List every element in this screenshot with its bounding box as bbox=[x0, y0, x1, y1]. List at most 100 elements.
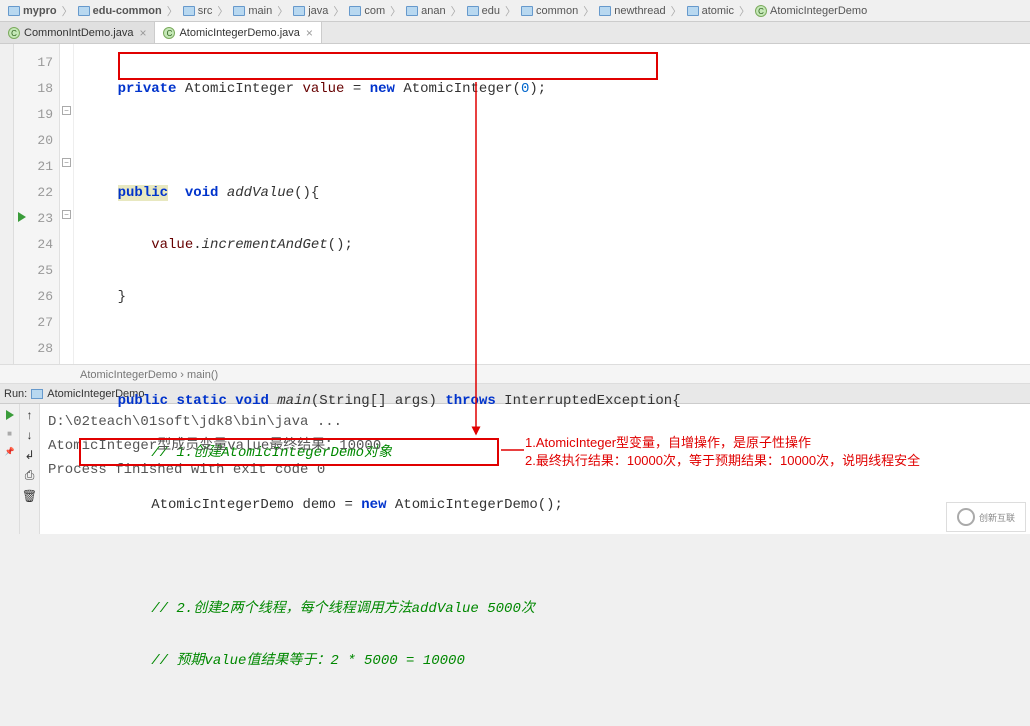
crumb-label: mypro bbox=[23, 5, 57, 17]
paren: () bbox=[328, 237, 345, 253]
console-toolbar-left: ■ 📌 bbox=[0, 404, 20, 534]
crumb-label: edu-common bbox=[93, 5, 162, 17]
tab-commonintdemo[interactable]: C CommonIntDemo.java × bbox=[0, 22, 155, 43]
run-label: Run: bbox=[4, 384, 27, 404]
run-config-icon bbox=[31, 389, 43, 399]
chevron-right-icon: 〉 bbox=[277, 3, 288, 19]
line-number: 25 bbox=[14, 258, 53, 284]
crumb-com[interactable]: com bbox=[345, 5, 389, 17]
crumb-label: edu bbox=[482, 5, 500, 17]
softwrap-icon[interactable]: ↲ bbox=[24, 448, 34, 462]
annotation-text: 1.AtomicInteger型变量，自增操作，是原子性操作 2.最终执行结果：… bbox=[525, 434, 920, 470]
pin-icon[interactable]: 📌 bbox=[3, 444, 17, 458]
close-icon[interactable]: × bbox=[306, 26, 313, 40]
line-number: 19 bbox=[14, 102, 53, 128]
crumb-main[interactable]: main bbox=[229, 5, 276, 17]
gutter: 17 18 19 20 21 22 23 24 25 26 27 28 bbox=[14, 44, 60, 364]
logo-text: 创新互联 bbox=[979, 511, 1015, 524]
method-call: incrementAndGet bbox=[202, 237, 328, 253]
code-line: // 2.创建2两个线程，每个线程调用方法addValue 5000次 bbox=[84, 596, 1030, 622]
chevron-right-icon: 〉 bbox=[739, 3, 750, 19]
crumb-atomic[interactable]: atomic bbox=[683, 5, 738, 17]
kw-void: void bbox=[185, 185, 219, 201]
line-number: 17 bbox=[14, 50, 53, 76]
chevron-right-icon: 〉 bbox=[671, 3, 682, 19]
brace: { bbox=[311, 185, 319, 201]
kw-public: public bbox=[118, 185, 168, 201]
folder-icon bbox=[233, 6, 245, 16]
code-line bbox=[84, 128, 1030, 154]
tab-label: AtomicIntegerDemo.java bbox=[179, 27, 299, 39]
chevron-right-icon: 〉 bbox=[390, 3, 401, 19]
tab-atomicintegerdemo[interactable]: C AtomicIntegerDemo.java × bbox=[155, 22, 321, 43]
folder-icon bbox=[183, 6, 195, 16]
folder-icon bbox=[687, 6, 699, 16]
comment: // 预期value值结果等于：2 * 5000 = 10000 bbox=[151, 653, 465, 669]
crumb-label: java bbox=[308, 5, 328, 17]
paren: ) bbox=[529, 81, 537, 97]
print-icon[interactable]: ⎙ bbox=[25, 468, 35, 483]
crumb-newthread[interactable]: newthread bbox=[595, 5, 669, 17]
folder-icon bbox=[8, 6, 20, 16]
code-line: value.incrementAndGet(); bbox=[84, 232, 1030, 258]
folder-icon bbox=[599, 6, 611, 16]
scroll-up-icon[interactable]: ↑ bbox=[27, 408, 33, 422]
class-icon: C bbox=[163, 27, 175, 39]
tab-label: CommonIntDemo.java bbox=[24, 27, 133, 39]
editor-tabs: C CommonIntDemo.java × C AtomicIntegerDemo.… bbox=[0, 22, 1030, 44]
line-number: 24 bbox=[14, 232, 53, 258]
line-number: 26 bbox=[14, 284, 53, 310]
crumb-src[interactable]: src bbox=[179, 5, 217, 17]
fold-column: − − − bbox=[60, 44, 74, 364]
line-number: 28 bbox=[14, 336, 53, 362]
code-line: } bbox=[84, 284, 1030, 310]
code-area[interactable]: private AtomicInteger value = new Atomic… bbox=[74, 44, 1030, 364]
crumb-label: AtomicIntegerDemo bbox=[770, 5, 867, 17]
folder-icon bbox=[406, 6, 418, 16]
fold-icon[interactable]: − bbox=[62, 158, 71, 167]
crumb-label: src bbox=[198, 5, 213, 17]
crumb-edu[interactable]: edu bbox=[463, 5, 504, 17]
console-toolbar-left2: ↑ ↓ ↲ ⎙ 🗑 bbox=[20, 404, 40, 534]
folder-icon bbox=[467, 6, 479, 16]
crumb-java[interactable]: java bbox=[289, 5, 332, 17]
chevron-right-icon: 〉 bbox=[505, 3, 516, 19]
class-icon: C bbox=[8, 27, 20, 39]
line-number-label: 23 bbox=[37, 211, 53, 226]
folder-icon bbox=[78, 6, 90, 16]
crumb-label: com bbox=[364, 5, 385, 17]
fold-icon[interactable]: − bbox=[62, 106, 71, 115]
chevron-right-icon: 〉 bbox=[217, 3, 228, 19]
crumb-common[interactable]: common bbox=[517, 5, 582, 17]
fold-icon[interactable]: − bbox=[62, 210, 71, 219]
rerun-icon[interactable] bbox=[3, 408, 17, 422]
run-gutter-icon[interactable] bbox=[18, 212, 26, 222]
crumb-label: atomic bbox=[702, 5, 734, 17]
clear-icon[interactable]: 🗑 bbox=[22, 489, 37, 503]
crumb-anan[interactable]: anan bbox=[402, 5, 449, 17]
breadcrumb: mypro〉 edu-common〉 src〉 main〉 java〉 com〉… bbox=[0, 0, 1030, 22]
ctor: AtomicInteger bbox=[403, 81, 512, 97]
paren: ( bbox=[513, 81, 521, 97]
crumb-mypro[interactable]: mypro bbox=[4, 5, 61, 17]
side-panel-structure[interactable] bbox=[0, 44, 14, 364]
annotation-line: 1.AtomicInteger型变量，自增操作，是原子性操作 bbox=[525, 434, 920, 452]
kw-private: private bbox=[118, 81, 177, 97]
folder-icon bbox=[293, 6, 305, 16]
crumb-class[interactable]: CAtomicIntegerDemo bbox=[751, 5, 871, 17]
crumb-label: common bbox=[536, 5, 578, 17]
code-line: // 预期value值结果等于：2 * 5000 = 10000 bbox=[84, 648, 1030, 674]
semi: ; bbox=[344, 237, 352, 253]
op: = bbox=[353, 81, 361, 97]
method-name: addValue bbox=[227, 185, 294, 201]
line-number: 21 bbox=[14, 154, 53, 180]
close-icon[interactable]: × bbox=[139, 26, 146, 40]
identifier: value bbox=[302, 81, 344, 97]
line-number: 23 bbox=[14, 206, 53, 232]
line-number: 20 bbox=[14, 128, 53, 154]
crumb-edu-common[interactable]: edu-common bbox=[74, 5, 166, 17]
line-number: 27 bbox=[14, 310, 53, 336]
scroll-down-icon[interactable]: ↓ bbox=[27, 428, 33, 442]
stop-icon[interactable]: ■ bbox=[3, 426, 17, 440]
code-line bbox=[84, 336, 1030, 362]
